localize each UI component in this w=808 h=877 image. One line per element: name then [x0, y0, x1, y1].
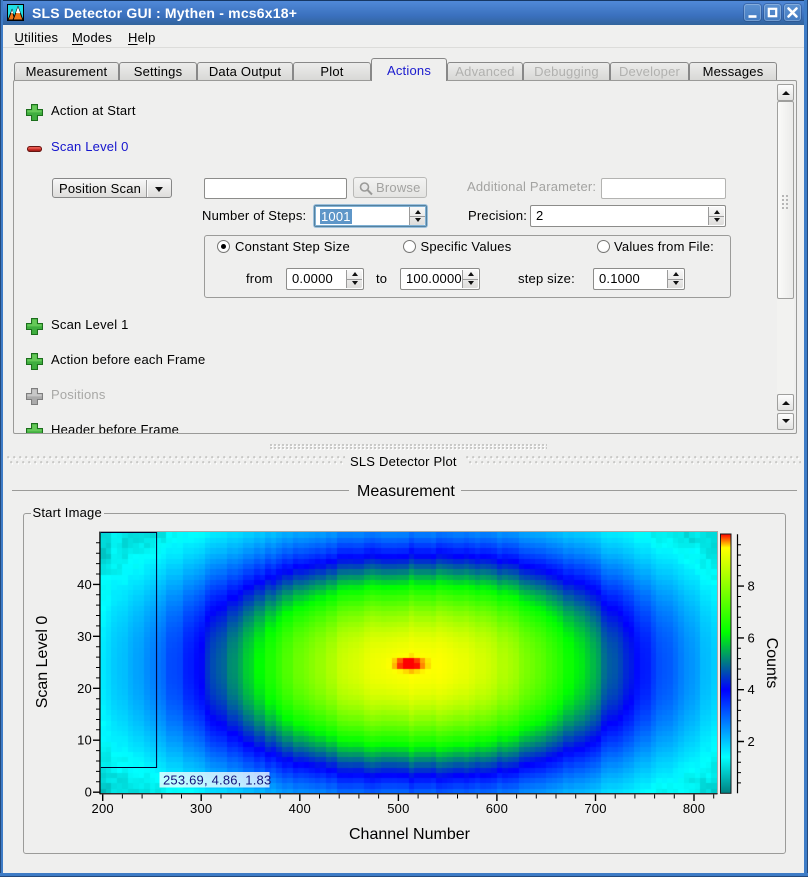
svg-text:500: 500 [387, 801, 409, 816]
svg-text:10: 10 [77, 733, 92, 748]
svg-text:0: 0 [85, 785, 92, 800]
svg-text:40: 40 [77, 577, 92, 592]
svg-text:200: 200 [92, 801, 114, 816]
svg-text:600: 600 [486, 801, 508, 816]
svg-text:30: 30 [77, 629, 92, 644]
svg-text:8: 8 [748, 579, 755, 594]
svg-text:20: 20 [77, 681, 92, 696]
svg-text:253.69, 4.86, 1.83: 253.69, 4.86, 1.83 [163, 773, 271, 788]
svg-text:2: 2 [748, 734, 755, 749]
svg-text:700: 700 [584, 801, 606, 816]
svg-text:800: 800 [683, 801, 705, 816]
svg-text:6: 6 [748, 630, 755, 645]
svg-text:300: 300 [190, 801, 212, 816]
svg-text:4: 4 [748, 682, 755, 697]
svg-text:400: 400 [289, 801, 311, 816]
